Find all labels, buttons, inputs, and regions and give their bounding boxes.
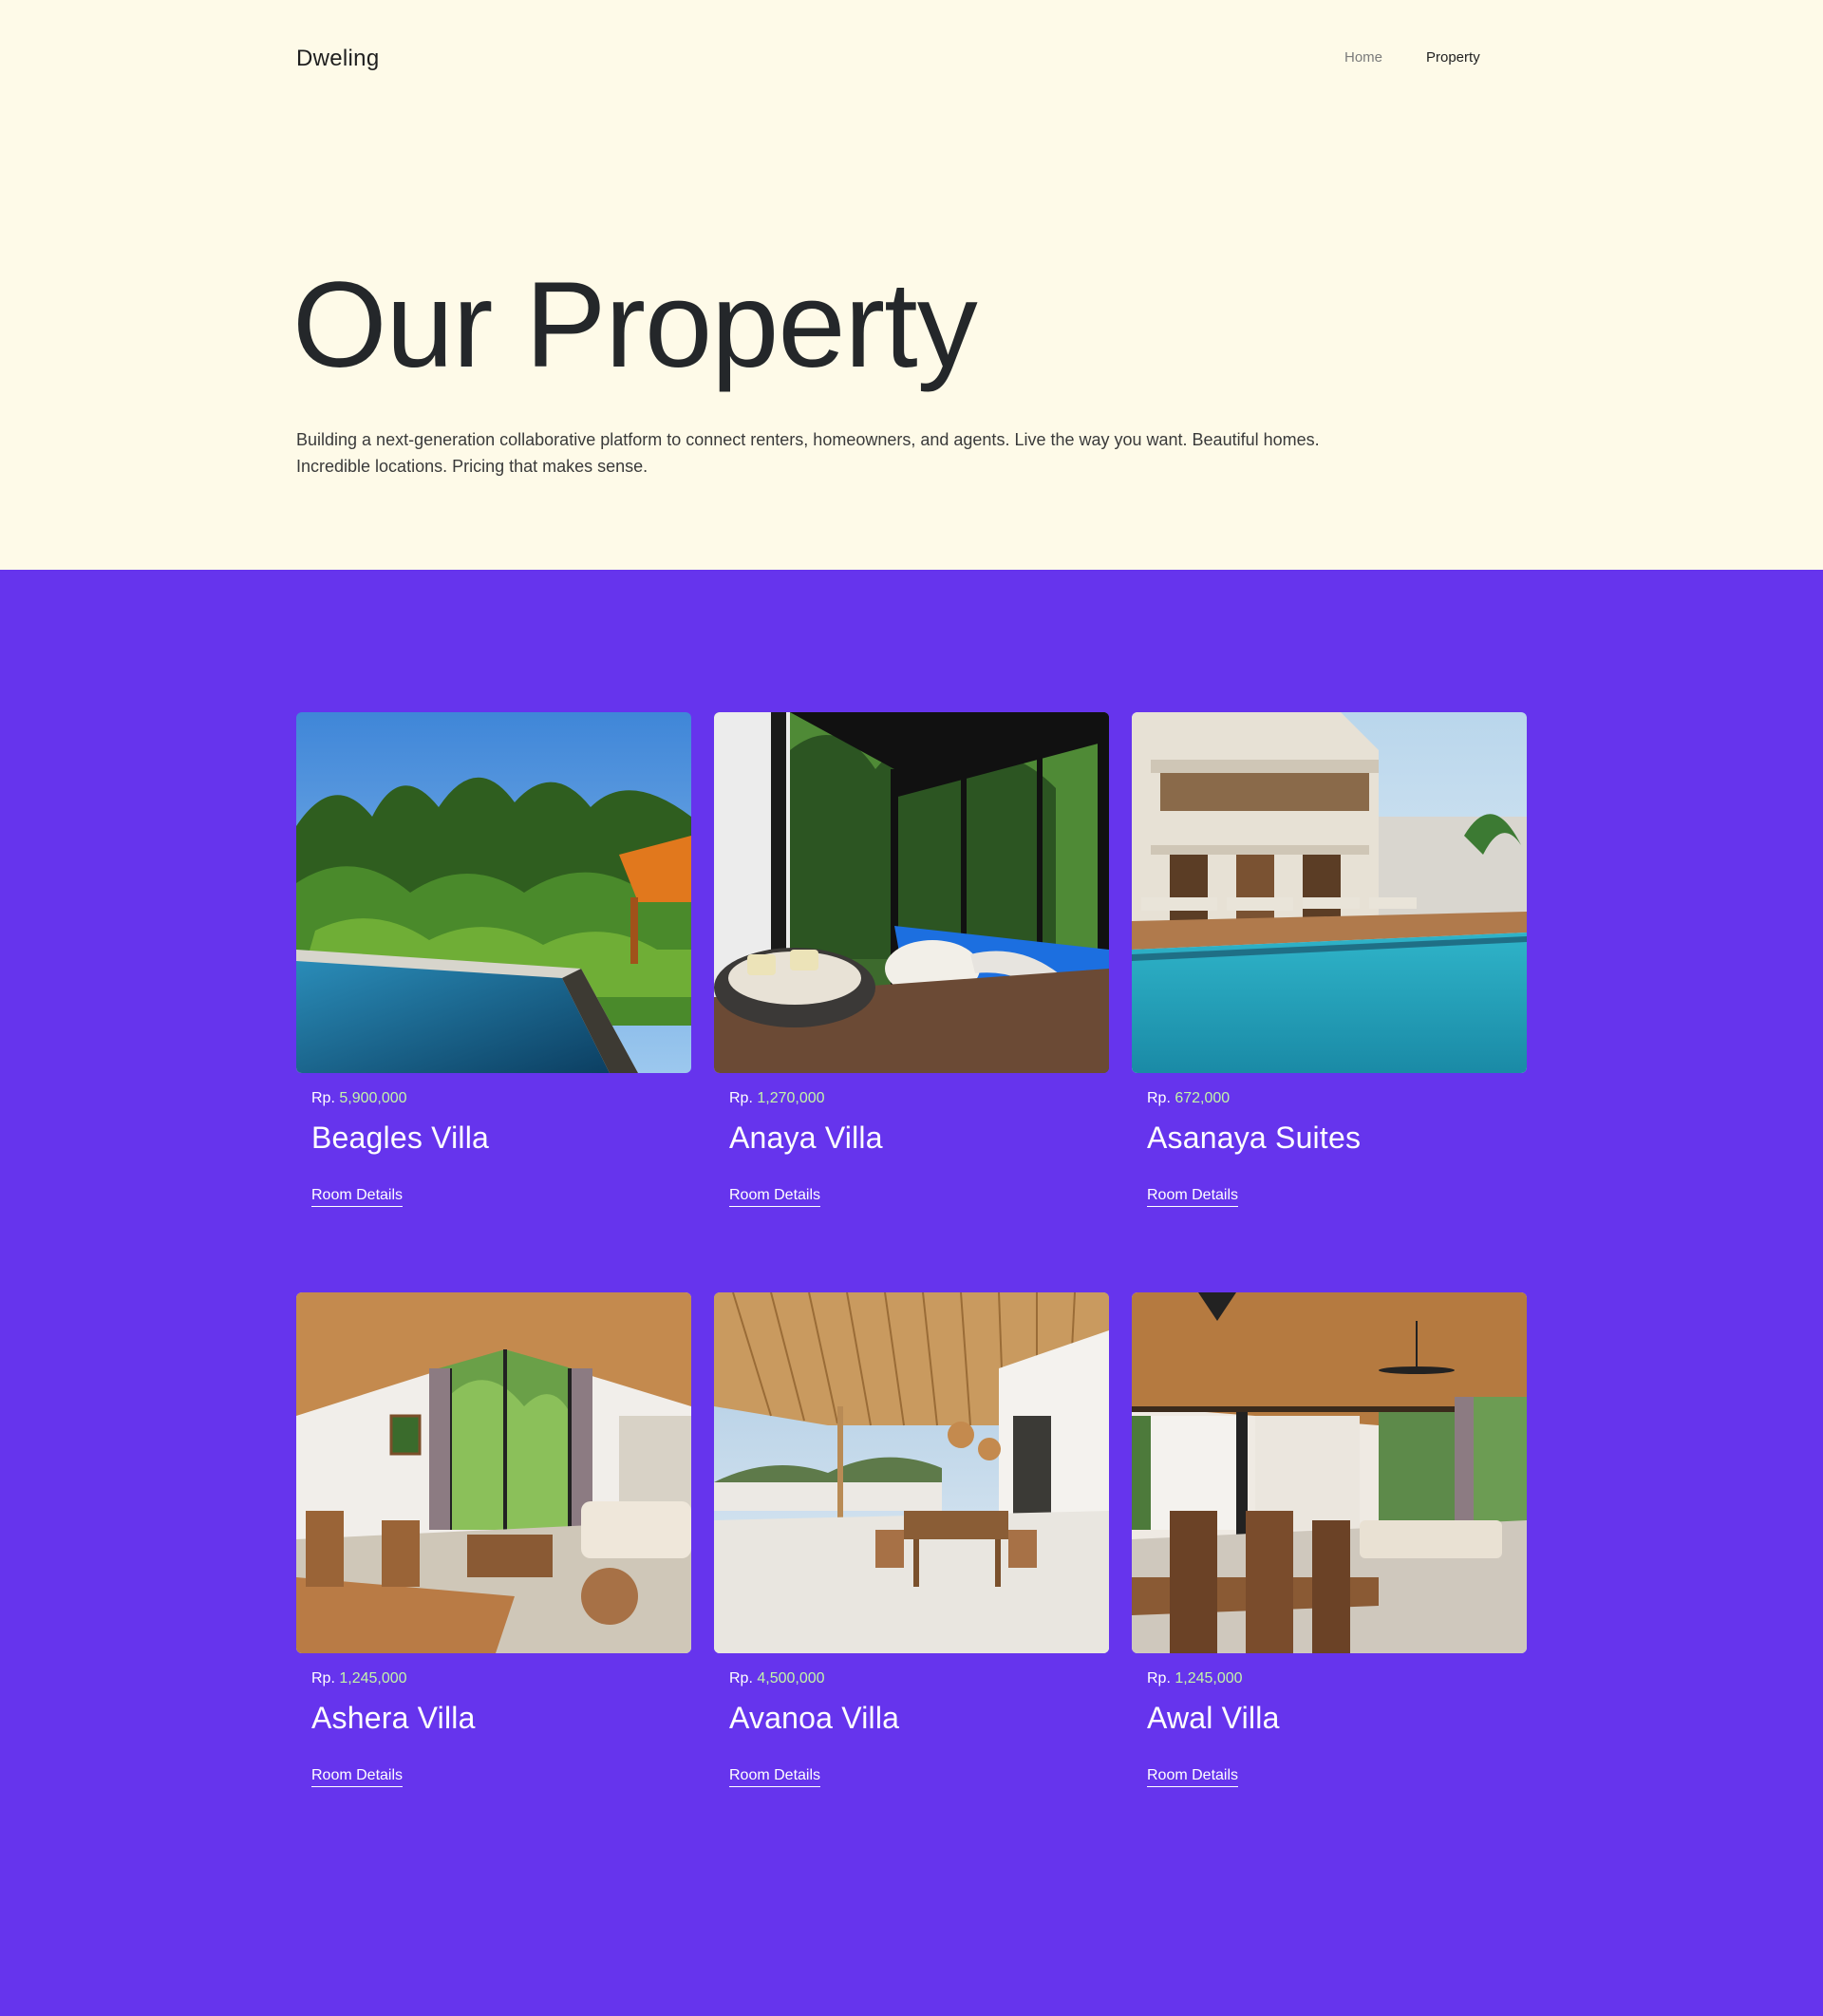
property-card: Rp. 1,270,000 Anaya Villa Room Details [714,712,1109,1225]
hero-description: Building a next-generation collaborative… [296,430,1320,476]
property-name: Beagles Villa [311,1121,490,1155]
property-card: Rp. 4,500,000 Avanoa Villa Room Details [714,1292,1109,1805]
price-amount: 1,245,000 [1175,1670,1243,1686]
price-amount: 1,245,000 [339,1670,407,1686]
room-details-link[interactable]: Room Details [311,1187,404,1207]
property-price: Rp. 4,500,000 [729,1670,825,1687]
property-card: Rp. 1,245,000 Ashera Villa Room Details [296,1292,691,1805]
property-price: Rp. 672,000 [1147,1090,1230,1107]
currency-label: Rp. [1147,1670,1171,1686]
property-price: Rp. 1,245,000 [311,1670,407,1687]
nav-link-home[interactable]: Home [1344,49,1382,66]
property-name: Avanoa Villa [729,1701,900,1735]
property-name: Awal Villa [1147,1701,1280,1735]
hero-section: Dweling Home Property Our Property Build… [0,0,1823,570]
property-photo[interactable] [714,1292,1109,1653]
property-card: Rp. 5,900,000 Beagles Villa Room Details [296,712,691,1225]
currency-label: Rp. [1147,1090,1171,1106]
property-name: Ashera Villa [311,1701,476,1735]
currency-label: Rp. [311,1090,335,1106]
currency-label: Rp. [729,1670,753,1686]
room-details-link[interactable]: Room Details [311,1767,404,1787]
currency-label: Rp. [729,1090,753,1106]
property-name: Asanaya Suites [1147,1121,1362,1155]
property-photo[interactable] [714,712,1109,1073]
currency-label: Rp. [311,1670,335,1686]
room-details-link[interactable]: Room Details [1147,1767,1239,1787]
price-amount: 5,900,000 [339,1090,407,1106]
property-photo[interactable] [1132,1292,1527,1653]
property-grid: Rp. 5,900,000 Beagles Villa Room Details [0,570,1823,2016]
page-title: Our Property [292,257,978,393]
price-amount: 4,500,000 [757,1670,825,1686]
property-price: Rp. 5,900,000 [311,1090,407,1107]
property-photo[interactable] [1132,712,1527,1073]
room-details-link[interactable]: Room Details [729,1187,821,1207]
property-name: Anaya Villa [729,1121,883,1155]
price-amount: 672,000 [1175,1090,1231,1106]
property-price: Rp. 1,270,000 [729,1090,825,1107]
room-details-link[interactable]: Room Details [1147,1187,1239,1207]
property-card: Rp. 672,000 Asanaya Suites Room Details [1132,712,1527,1225]
property-photo[interactable] [296,1292,691,1653]
property-card: Rp. 1,245,000 Awal Villa Room Details [1132,1292,1527,1805]
property-price: Rp. 1,245,000 [1147,1670,1243,1687]
price-amount: 1,270,000 [757,1090,825,1106]
room-details-link[interactable]: Room Details [729,1767,821,1787]
property-photo[interactable] [296,712,691,1073]
main-nav: Home Property [0,49,1823,70]
nav-link-property[interactable]: Property [1426,49,1480,66]
